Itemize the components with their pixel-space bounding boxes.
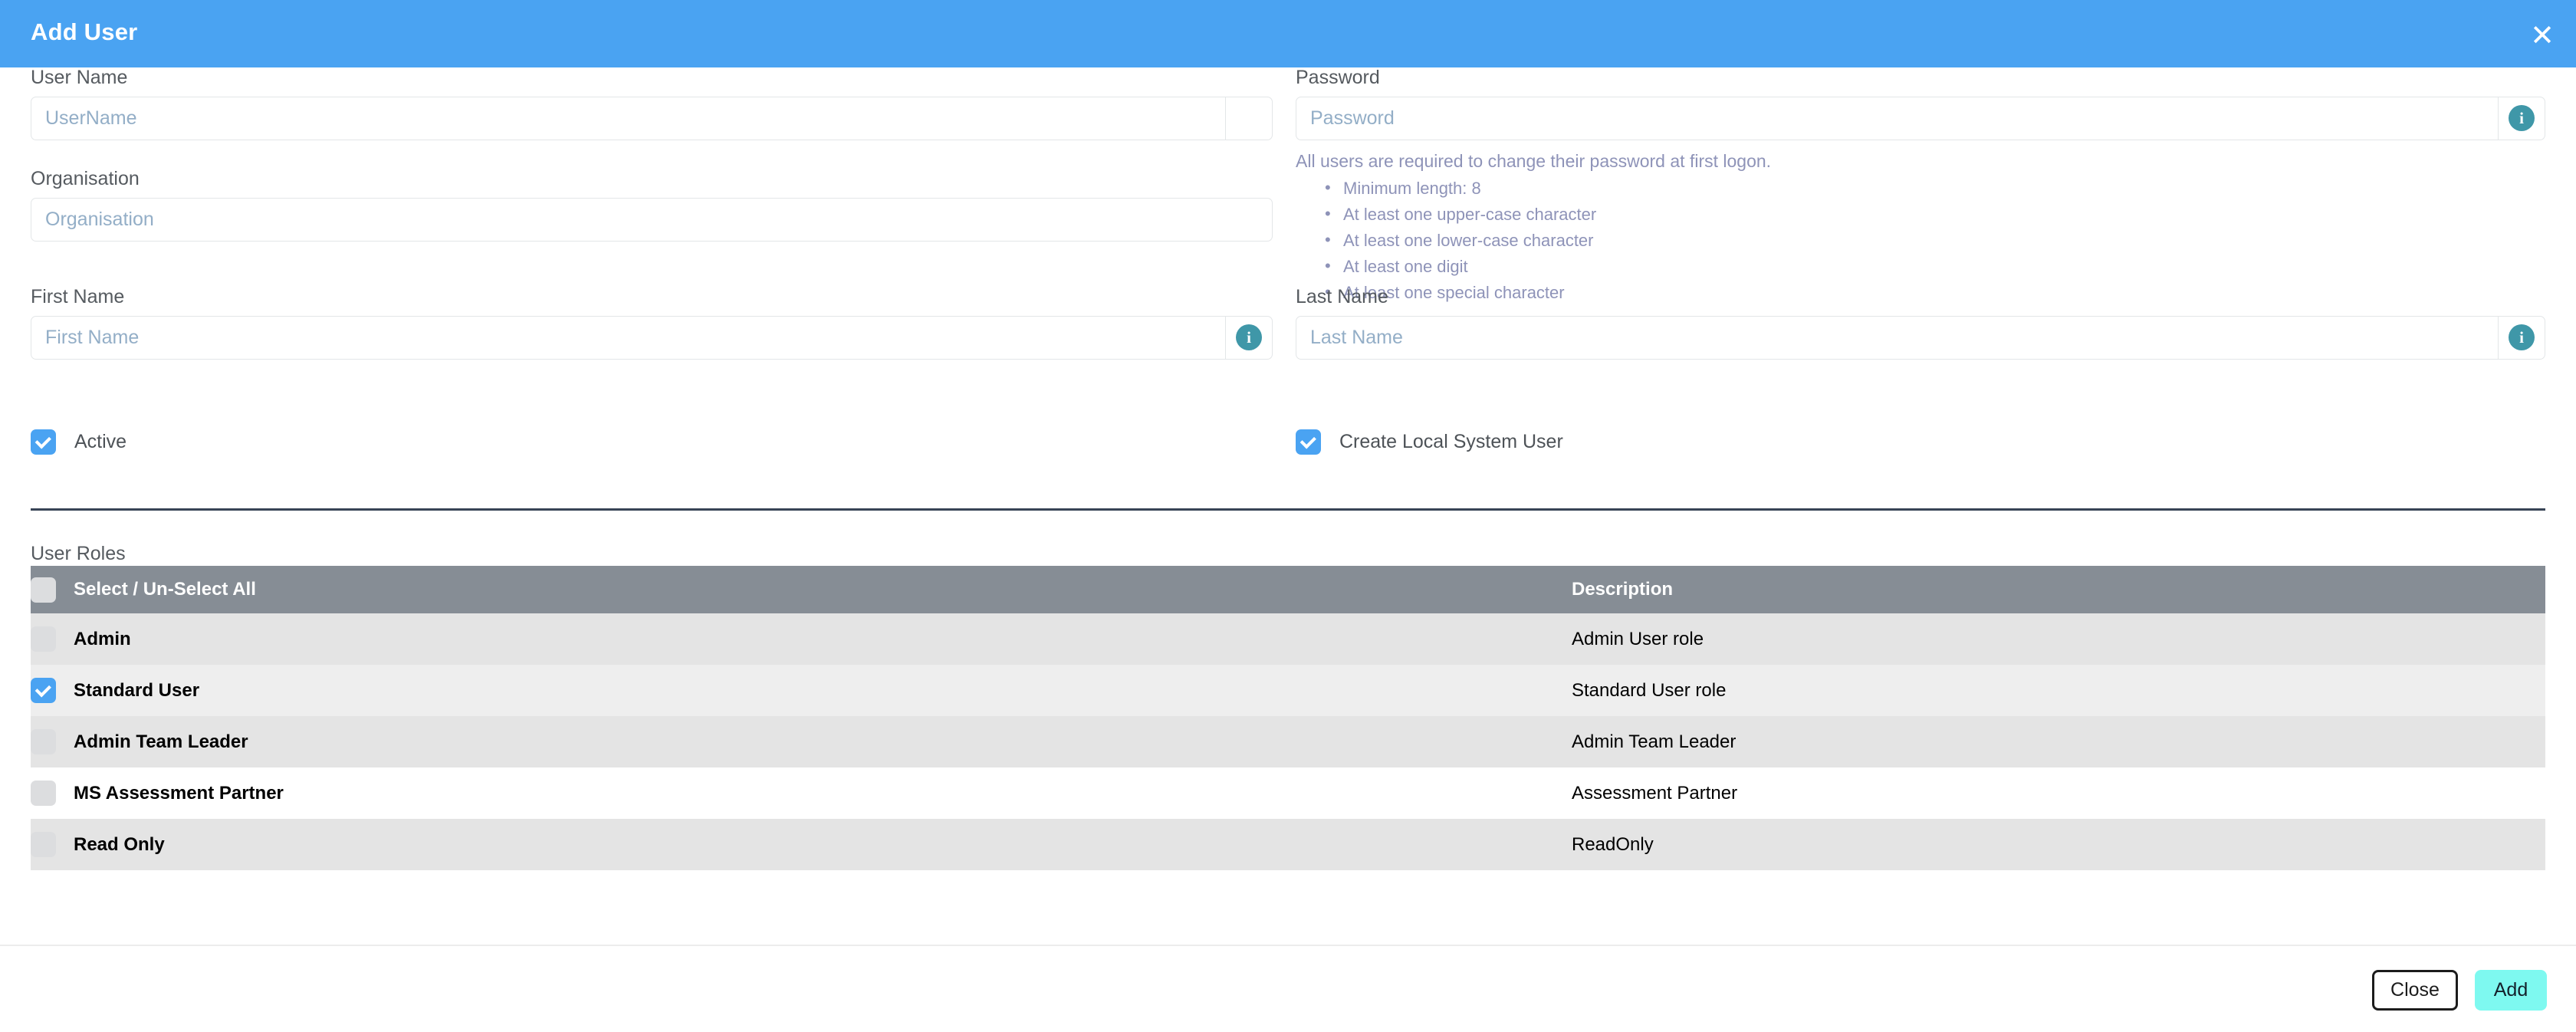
first-name-label: First Name <box>31 286 125 307</box>
role-checkbox[interactable] <box>31 678 56 703</box>
organisation-label: Organisation <box>31 168 140 189</box>
list-item: Minimum length: 8 <box>1296 178 2545 199</box>
modal-body: User Name Password i All users are requi… <box>0 67 2576 942</box>
role-description-cell: Standard User role <box>1572 679 1727 701</box>
role-name-cell: Read Only <box>31 819 1572 870</box>
password-input-group: i <box>1296 96 2545 140</box>
active-checkbox-label: Active <box>74 430 127 452</box>
role-description-cell: Assessment Partner <box>1572 782 1738 804</box>
select-all-checkbox[interactable] <box>31 577 56 603</box>
role-name-cell: MS Assessment Partner <box>31 767 1572 819</box>
list-item: At least one digit <box>1296 256 2545 277</box>
password-requirements-list: Minimum length: 8 At least one upper-cas… <box>1296 178 2545 303</box>
user-roles-section-title: User Roles <box>31 543 126 564</box>
last-name-input-group: i <box>1296 315 2545 360</box>
create-local-system-user-checkbox[interactable] <box>1296 429 1321 455</box>
first-name-input-group: i <box>31 315 1273 360</box>
role-name-label: Admin <box>74 628 131 649</box>
role-checkbox[interactable] <box>31 729 56 754</box>
close-button[interactable]: Close <box>2372 970 2458 1011</box>
table-row[interactable]: Admin Team Leader Admin Team Leader <box>31 716 2545 767</box>
role-description-cell: Admin Team Leader <box>1572 731 1737 752</box>
last-name-input[interactable] <box>1296 315 2499 360</box>
password-field-group: Password i All users are required to cha… <box>1296 67 2545 309</box>
select-all-label: Select / Un-Select All <box>74 579 256 600</box>
info-icon[interactable]: i <box>1236 324 1262 350</box>
last-name-label: Last Name <box>1296 286 1388 307</box>
first-name-input[interactable] <box>31 315 1226 360</box>
role-name-label: Standard User <box>74 679 200 701</box>
list-item: At least one upper-case character <box>1296 204 2545 225</box>
user-roles-table: Select / Un-Select All Description Admin… <box>31 566 2545 870</box>
last-name-field-group: Last Name i <box>1296 286 2545 360</box>
list-item: At least one lower-case character <box>1296 230 2545 251</box>
password-hint: All users are required to change their p… <box>1296 150 1772 171</box>
user-name-addon[interactable] <box>1225 96 1273 140</box>
role-name-cell: Standard User <box>31 665 1572 716</box>
role-name-cell: Admin Team Leader <box>31 716 1572 767</box>
role-description-cell: ReadOnly <box>1572 833 1654 855</box>
table-row[interactable]: MS Assessment Partner Assessment Partner <box>31 767 2545 819</box>
close-icon[interactable]: ✕ <box>2524 17 2561 54</box>
role-name-label: MS Assessment Partner <box>74 782 284 804</box>
user-name-input-group <box>31 96 1273 140</box>
organisation-input[interactable] <box>31 197 1273 242</box>
user-name-field-group: User Name <box>31 67 1273 140</box>
password-info-addon[interactable]: i <box>2498 96 2545 140</box>
role-description-cell: Admin User role <box>1572 628 1704 649</box>
footer-button-row: Close Add <box>2372 970 2547 1011</box>
modal-header: Add User ✕ <box>0 0 2576 67</box>
user-name-input[interactable] <box>31 96 1226 140</box>
role-checkbox[interactable] <box>31 832 56 857</box>
info-icon[interactable]: i <box>2509 105 2535 131</box>
active-checkbox[interactable] <box>31 429 56 455</box>
organisation-field-group: Organisation <box>31 168 1273 242</box>
add-button[interactable]: Add <box>2475 970 2547 1011</box>
role-name-label: Admin Team Leader <box>74 731 248 752</box>
role-checkbox[interactable] <box>31 781 56 806</box>
first-name-field-group: First Name i <box>31 286 1273 360</box>
table-header-row: Select / Un-Select All Description <box>31 566 2545 613</box>
description-header-cell: Description <box>1572 579 1674 600</box>
user-name-label: User Name <box>31 67 128 88</box>
role-name-cell: Admin <box>31 613 1572 665</box>
role-name-label: Read Only <box>74 833 165 855</box>
role-checkbox[interactable] <box>31 626 56 652</box>
table-row[interactable]: Standard User Standard User role <box>31 665 2545 716</box>
active-checkbox-row: Active <box>31 429 1273 455</box>
create-local-system-user-label: Create Local System User <box>1339 430 1563 452</box>
table-row[interactable]: Admin Admin User role <box>31 613 2545 665</box>
password-input[interactable] <box>1296 96 2499 140</box>
section-divider <box>31 508 2545 511</box>
first-name-info-addon[interactable]: i <box>1225 315 1273 360</box>
last-name-info-addon[interactable]: i <box>2498 315 2545 360</box>
info-icon[interactable]: i <box>2509 324 2535 350</box>
organisation-input-group <box>31 197 1273 242</box>
table-row[interactable]: Read Only ReadOnly <box>31 819 2545 870</box>
create-local-system-user-checkbox-row: Create Local System User <box>1296 429 2545 455</box>
page-title: Add User <box>31 18 138 45</box>
select-all-header-cell: Select / Un-Select All <box>31 566 1572 613</box>
modal-footer: Close Add <box>0 946 2576 1032</box>
password-label: Password <box>1296 67 1380 88</box>
